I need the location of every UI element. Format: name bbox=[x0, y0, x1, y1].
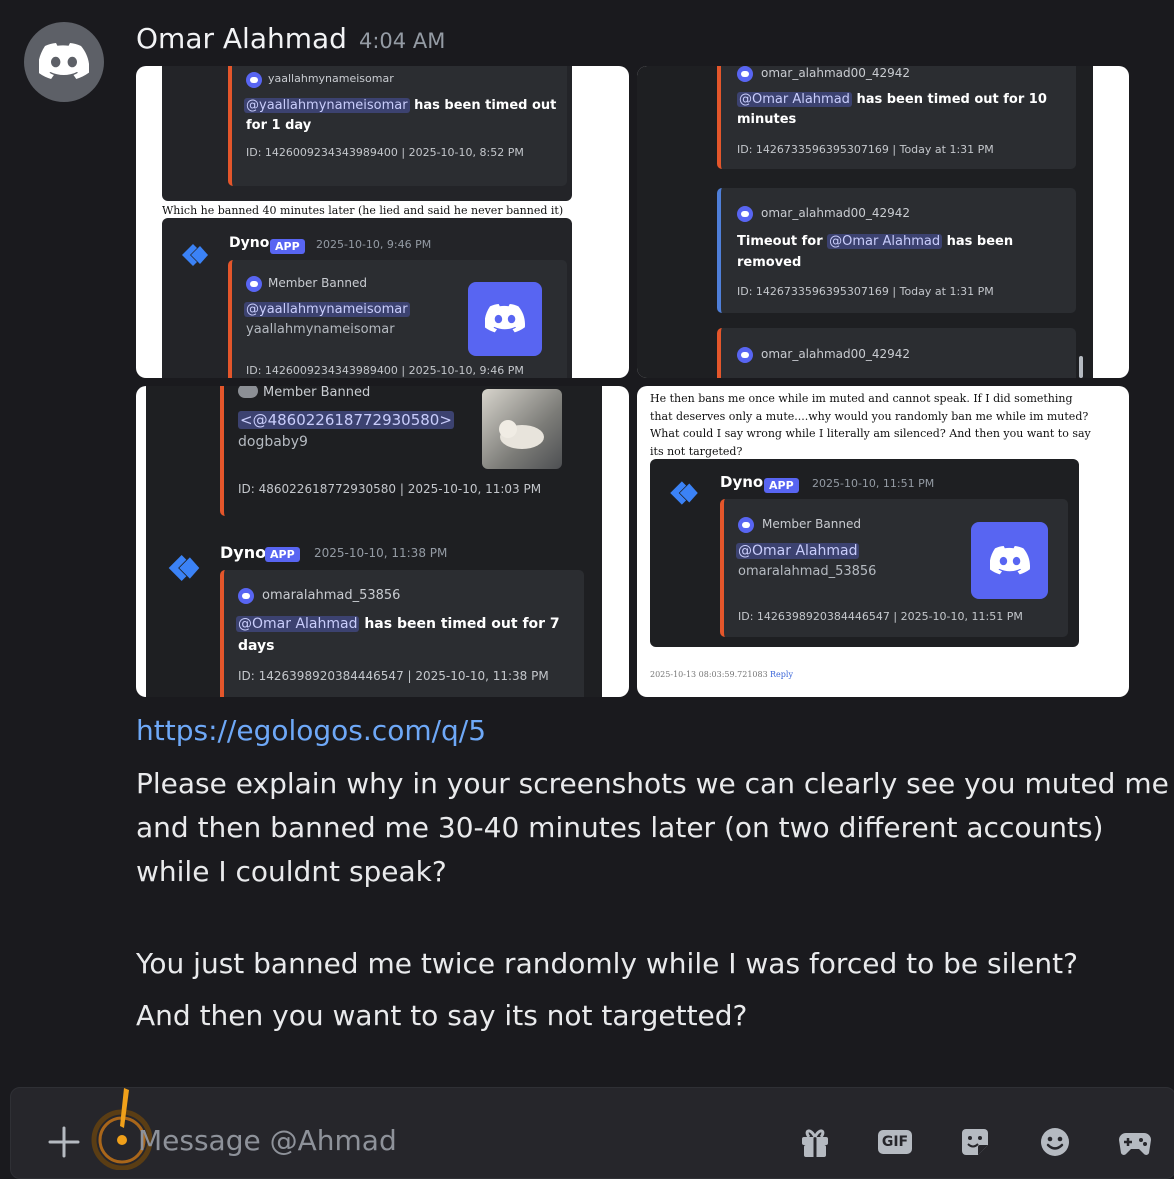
att1-ban-embed: Member Banned @yaallahmynameisomar yaall… bbox=[228, 260, 567, 378]
att3-timeout-line: @Omar Alahmad has been timed out for 7 bbox=[236, 616, 560, 632]
att4-id: ID: 1426398920384446547 | 2025-10-10, 11… bbox=[738, 610, 1023, 623]
att4-ban-title: Member Banned bbox=[762, 517, 861, 531]
message-input-placeholder[interactable]: Message @Ahmad bbox=[138, 1124, 397, 1157]
att2-embed-2: omar_alahmad00_42942 Timeout for @Omar A… bbox=[717, 188, 1076, 313]
discord-logo-icon bbox=[246, 72, 262, 88]
gamepad-icon[interactable] bbox=[1117, 1124, 1153, 1160]
att1-ban-mention: @yaallahmynameisomar bbox=[244, 302, 410, 317]
message-timestamp: 4:04 AM bbox=[359, 29, 446, 53]
att1-timeout-embed: yaallahmynameisomar @yaallahmynameisomar… bbox=[228, 66, 567, 186]
discord-logo-icon bbox=[737, 206, 753, 222]
discord-logo-icon bbox=[246, 276, 262, 292]
attachment-image-3[interactable]: Member Banned <@486022618772930580> dogb… bbox=[136, 386, 629, 697]
message-link[interactable]: https://egologos.com/q/5 bbox=[136, 714, 486, 747]
att3-mention: <@486022618772930580> bbox=[238, 411, 454, 429]
att1-bot-name: Dyno bbox=[229, 235, 270, 251]
att3-bot-name: Dyno bbox=[220, 543, 267, 562]
attachment-image-1[interactable]: yaallahmynameisomar @yaallahmynameisomar… bbox=[136, 66, 629, 378]
att4-dyno-panel: Dyno APP 2025-10-10, 11:51 PM Member Ban… bbox=[650, 459, 1079, 647]
discord-logo-icon bbox=[238, 588, 254, 604]
att4-footer-time: 2025-10-13 08:03:59.721083 bbox=[650, 670, 768, 679]
avatar[interactable] bbox=[24, 22, 104, 102]
att4-mention: @Omar Alahmad bbox=[736, 543, 860, 559]
gift-icon[interactable] bbox=[797, 1124, 833, 1160]
att2-user1: omar_alahmad00_42942 bbox=[761, 66, 911, 80]
plus-icon[interactable] bbox=[46, 1124, 82, 1160]
att3-bot-time: 2025-10-10, 11:38 PM bbox=[314, 546, 448, 560]
att3-timeout-embed: omaralahmad_53856 @Omar Alahmad has been… bbox=[220, 570, 584, 697]
att3-days: days bbox=[238, 638, 275, 654]
dyno-logo-icon bbox=[168, 555, 200, 581]
att3-app-badge: APP bbox=[265, 543, 300, 562]
discord-logo-icon bbox=[39, 43, 89, 79]
attachment-image-2[interactable]: omar_alahmad00_42942 @Omar Alahmad has b… bbox=[637, 66, 1129, 378]
dyno-logo-icon bbox=[182, 244, 208, 266]
att2-id1: ID: 1426733596395307169 | Today at 1:31 … bbox=[737, 143, 994, 156]
att4-reply-link: Reply bbox=[770, 670, 793, 679]
discord-logo-icon bbox=[737, 66, 753, 82]
att2-line1: @Omar Alahmad has been timed out for 10 bbox=[737, 92, 1047, 107]
att1-dyno-panel: Dyno APP 2025-10-10, 9:46 PM Member Bann… bbox=[162, 218, 572, 378]
att4-app-badge: APP bbox=[764, 474, 799, 493]
att3-id: ID: 486022618772930580 | 2025-10-10, 11:… bbox=[238, 482, 542, 496]
att2-line2b: removed bbox=[737, 255, 802, 270]
att3-id2: ID: 1426398920384446547 | 2025-10-10, 11… bbox=[238, 669, 549, 683]
att1-id-line: ID: 1426009234343989400 | 2025-10-10, 8:… bbox=[246, 146, 524, 159]
discord-logo-icon bbox=[468, 282, 542, 356]
att2-user2: omar_alahmad00_42942 bbox=[761, 206, 911, 220]
att1-caption: Which he banned 40 minutes later (he lie… bbox=[162, 204, 564, 217]
att1-user: yaallahmynameisomar bbox=[268, 72, 394, 85]
att1-ban-title: Member Banned bbox=[268, 276, 367, 290]
sticker-icon[interactable] bbox=[957, 1124, 993, 1160]
att3-user: dogbaby9 bbox=[238, 434, 308, 450]
att1-ban-user: yaallahmynameisomar bbox=[246, 322, 395, 337]
att1-timeout-line: @yaallahmynameisomar has been timed out bbox=[244, 98, 557, 113]
att1-top-panel: yaallahmynameisomar @yaallahmynameisomar… bbox=[162, 66, 572, 201]
message-paragraph-2: You just banned me twice randomly while … bbox=[136, 947, 1078, 1032]
discord-logo-icon bbox=[738, 517, 754, 533]
att4-user: omaralahmad_53856 bbox=[738, 564, 877, 579]
att3-ban-embed: <@486022618772930580> dogbaby9 ID: 48602… bbox=[220, 386, 584, 516]
att3-user2: omaralahmad_53856 bbox=[262, 588, 401, 603]
discord-logo-icon bbox=[737, 347, 753, 363]
att2-user3: omar_alahmad00_42942 bbox=[761, 347, 911, 361]
gif-icon[interactable]: GIF bbox=[877, 1124, 913, 1160]
att4-paragraph: He then bans me once while im muted and … bbox=[650, 392, 1091, 458]
att2-id2: ID: 1426733596395307169 | Today at 1:31 … bbox=[737, 285, 994, 298]
att1-bot-time: 2025-10-10, 9:46 PM bbox=[316, 238, 432, 251]
att4-ban-embed: Member Banned @Omar Alahmad omaralahmad_… bbox=[720, 499, 1068, 637]
att2-line2: Timeout for @Omar Alahmad has been bbox=[737, 234, 1014, 249]
att1-app-badge: APP bbox=[270, 235, 305, 254]
att1-ban-id: ID: 1426009234343989400 | 2025-10-10, 9:… bbox=[246, 364, 524, 377]
attachment-image-4[interactable]: He then bans me once while im muted and … bbox=[637, 386, 1129, 697]
discord-logo-icon bbox=[971, 522, 1048, 599]
dyno-logo-icon bbox=[670, 481, 698, 505]
att2-embed-1: omar_alahmad00_42942 @Omar Alahmad has b… bbox=[717, 66, 1076, 169]
att4-bot-time: 2025-10-10, 11:51 PM bbox=[812, 477, 935, 490]
dog-photo-thumbnail bbox=[482, 389, 562, 469]
att2-scrollbar bbox=[1079, 356, 1083, 378]
message-author[interactable]: Omar Alahmad bbox=[136, 22, 347, 55]
att2-line1b: minutes bbox=[737, 112, 797, 127]
att2-embed-3: omar_alahmad00_42942 bbox=[717, 328, 1076, 378]
att4-bot-name: Dyno bbox=[720, 473, 764, 491]
message-paragraph-1: Please explain why in your screenshots w… bbox=[136, 767, 1169, 888]
emoji-icon[interactable] bbox=[1037, 1124, 1073, 1160]
gif-label: GIF bbox=[877, 1130, 913, 1154]
att1-duration: for 1 day bbox=[246, 118, 312, 133]
